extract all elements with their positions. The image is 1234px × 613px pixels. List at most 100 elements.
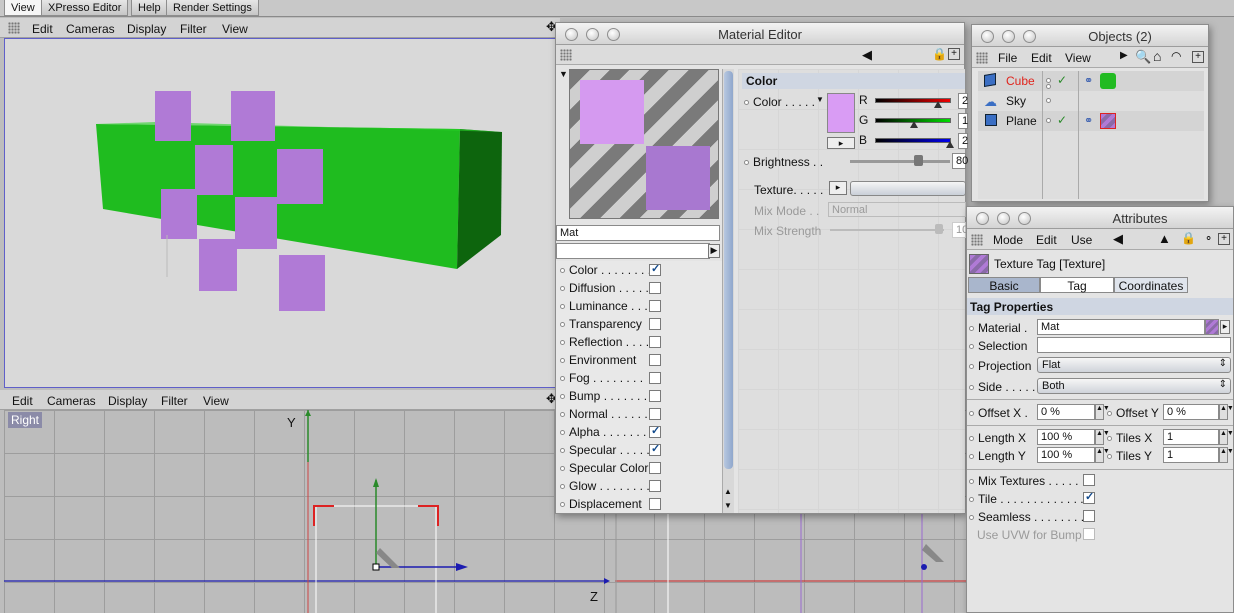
tile-checkbox[interactable] xyxy=(1083,490,1095,504)
object-name[interactable]: Plane xyxy=(1006,114,1037,128)
mix-strength-value[interactable]: 10 xyxy=(952,222,968,238)
r-slider-knob[interactable] xyxy=(934,101,942,108)
channel-checkbox[interactable] xyxy=(649,300,661,312)
enabled-check-icon[interactable]: ✓ xyxy=(1057,73,1067,87)
channel-checkbox[interactable] xyxy=(649,424,661,438)
material-menu-button[interactable]: ▸ xyxy=(1220,320,1230,334)
channel-row-environment[interactable]: Environment xyxy=(556,351,721,369)
home-icon[interactable]: ⌂ xyxy=(1153,48,1161,64)
tab-xpresso-editor[interactable]: XPresso Editor xyxy=(41,0,129,16)
render-dot[interactable] xyxy=(1046,84,1051,89)
material-tag-icon[interactable] xyxy=(1100,113,1116,129)
selection-field[interactable] xyxy=(1037,337,1231,353)
settings-icon[interactable]: ⚬ xyxy=(1204,232,1213,245)
channel-checkbox[interactable] xyxy=(649,372,661,384)
scrollbar-thumb[interactable] xyxy=(724,71,733,469)
menu-view[interactable]: View xyxy=(203,394,229,408)
offset-y-field[interactable]: 0 % xyxy=(1163,404,1219,420)
b-slider[interactable] xyxy=(875,138,951,143)
object-row-plane[interactable]: Plane ✓ ⚭ xyxy=(978,111,1204,131)
search-icon[interactable]: 🔍 xyxy=(1135,49,1151,65)
visibility-dot[interactable] xyxy=(1046,78,1051,83)
visibility-dot[interactable] xyxy=(1046,98,1051,103)
channel-checkbox[interactable] xyxy=(649,442,661,456)
color-menu-arrow-icon[interactable]: ▼ xyxy=(816,95,824,104)
column-divider[interactable] xyxy=(1078,71,1079,199)
channel-checkbox[interactable] xyxy=(649,498,661,510)
grip-icon[interactable] xyxy=(971,234,983,246)
menu-edit[interactable]: Edit xyxy=(1031,51,1052,65)
channel-row-bump[interactable]: Bump . . . . . . . xyxy=(556,387,721,405)
channel-row-alpha[interactable]: Alpha . . . . . . . xyxy=(556,423,721,441)
texture-tag-icon[interactable]: ⚭ xyxy=(1084,114,1093,127)
channel-row-reflection[interactable]: Reflection . . . . xyxy=(556,333,721,351)
perspective-viewport[interactable] xyxy=(4,38,560,388)
menu-cameras[interactable]: Cameras xyxy=(66,22,115,36)
enabled-check-icon[interactable]: ✓ xyxy=(1057,113,1067,127)
menu-filter[interactable]: Filter xyxy=(180,22,207,36)
offset-y-stepper[interactable]: ▲▼ xyxy=(1219,404,1234,420)
channel-row-displacement[interactable]: Displacement xyxy=(556,495,721,513)
tiles-y-field[interactable]: 1 xyxy=(1163,447,1219,463)
tab-tag[interactable]: Tag xyxy=(1040,277,1114,293)
material-name-field[interactable]: Mat xyxy=(556,225,720,241)
grip-icon[interactable] xyxy=(8,22,20,34)
new-window-icon[interactable]: + xyxy=(1218,233,1230,245)
material-preview[interactable] xyxy=(569,69,719,219)
visibility-dot[interactable] xyxy=(1046,118,1051,123)
side-select[interactable]: Both xyxy=(1037,378,1231,394)
channel-checkbox[interactable] xyxy=(649,408,661,420)
brightness-knob[interactable] xyxy=(914,155,923,166)
grip-icon[interactable] xyxy=(976,52,988,64)
scroll-up-icon[interactable]: ▲ xyxy=(724,487,732,496)
tiles-x-stepper[interactable]: ▲▼ xyxy=(1219,429,1234,445)
channel-row-specular-color[interactable]: Specular Color xyxy=(556,459,721,477)
grip-icon[interactable] xyxy=(560,49,572,61)
channel-row-glow[interactable]: Glow . . . . . . . . xyxy=(556,477,721,495)
material-filter-field[interactable] xyxy=(556,243,710,259)
more-arrow-icon[interactable]: ▶ xyxy=(1120,50,1128,61)
seamless-checkbox[interactable] xyxy=(1083,510,1095,522)
menu-view[interactable]: View xyxy=(1065,51,1091,65)
menu-display[interactable]: Display xyxy=(108,394,147,408)
channel-checkbox[interactable] xyxy=(649,262,661,276)
arrow-left-icon[interactable]: ◀ xyxy=(1113,231,1123,247)
tab-basic[interactable]: Basic xyxy=(968,277,1040,293)
menu-edit[interactable]: Edit xyxy=(1036,233,1057,247)
texture-tag-icon[interactable]: ⚭ xyxy=(1084,74,1093,87)
length-x-field[interactable]: 100 % xyxy=(1037,429,1095,445)
object-row-cube[interactable]: Cube ✓ ⚭ xyxy=(978,71,1204,91)
material-field[interactable]: Mat xyxy=(1037,319,1205,335)
material-editor-titlebar[interactable]: Material Editor xyxy=(556,23,964,45)
offset-x-field[interactable]: 0 % xyxy=(1037,404,1095,420)
offset-x-stepper[interactable]: ▲▼ xyxy=(1095,404,1110,420)
tiles-y-stepper[interactable]: ▲▼ xyxy=(1219,447,1234,463)
color-swatch[interactable] xyxy=(827,93,855,133)
g-slider-knob[interactable] xyxy=(910,121,918,128)
channel-checkbox[interactable] xyxy=(649,318,661,330)
scroll-down-icon[interactable]: ▼ xyxy=(724,501,732,510)
tab-view[interactable]: View xyxy=(4,0,42,16)
menu-filter[interactable]: Filter xyxy=(161,394,188,408)
menu-display[interactable]: Display xyxy=(127,22,166,36)
channel-row-diffusion[interactable]: Diffusion . . . . . . xyxy=(556,279,721,297)
mix-textures-checkbox[interactable] xyxy=(1083,474,1095,486)
zoom-icon[interactable] xyxy=(1018,212,1031,225)
brightness-slider[interactable] xyxy=(850,160,950,163)
channel-row-fog[interactable]: Fog . . . . . . . . xyxy=(556,369,721,387)
projection-select[interactable]: Flat xyxy=(1037,357,1231,373)
mix-mode-select[interactable]: Normal xyxy=(828,202,966,217)
mix-strength-slider[interactable] xyxy=(830,229,944,231)
column-divider[interactable] xyxy=(1042,71,1043,199)
b-value[interactable]: 2 xyxy=(958,133,968,149)
arrow-right-icon[interactable]: ▶ xyxy=(708,244,720,258)
close-icon[interactable] xyxy=(981,30,994,43)
menu-edit[interactable]: Edit xyxy=(32,22,53,36)
preview-menu-arrow-icon[interactable]: ▼ xyxy=(559,69,568,79)
mix-strength-knob[interactable] xyxy=(935,224,943,234)
tiles-x-field[interactable]: 1 xyxy=(1163,429,1219,445)
material-tag-icon[interactable] xyxy=(1100,73,1116,89)
channel-checkbox[interactable] xyxy=(649,336,661,348)
channel-checkbox[interactable] xyxy=(649,462,661,474)
channel-row-specular[interactable]: Specular . . . . . xyxy=(556,441,721,459)
